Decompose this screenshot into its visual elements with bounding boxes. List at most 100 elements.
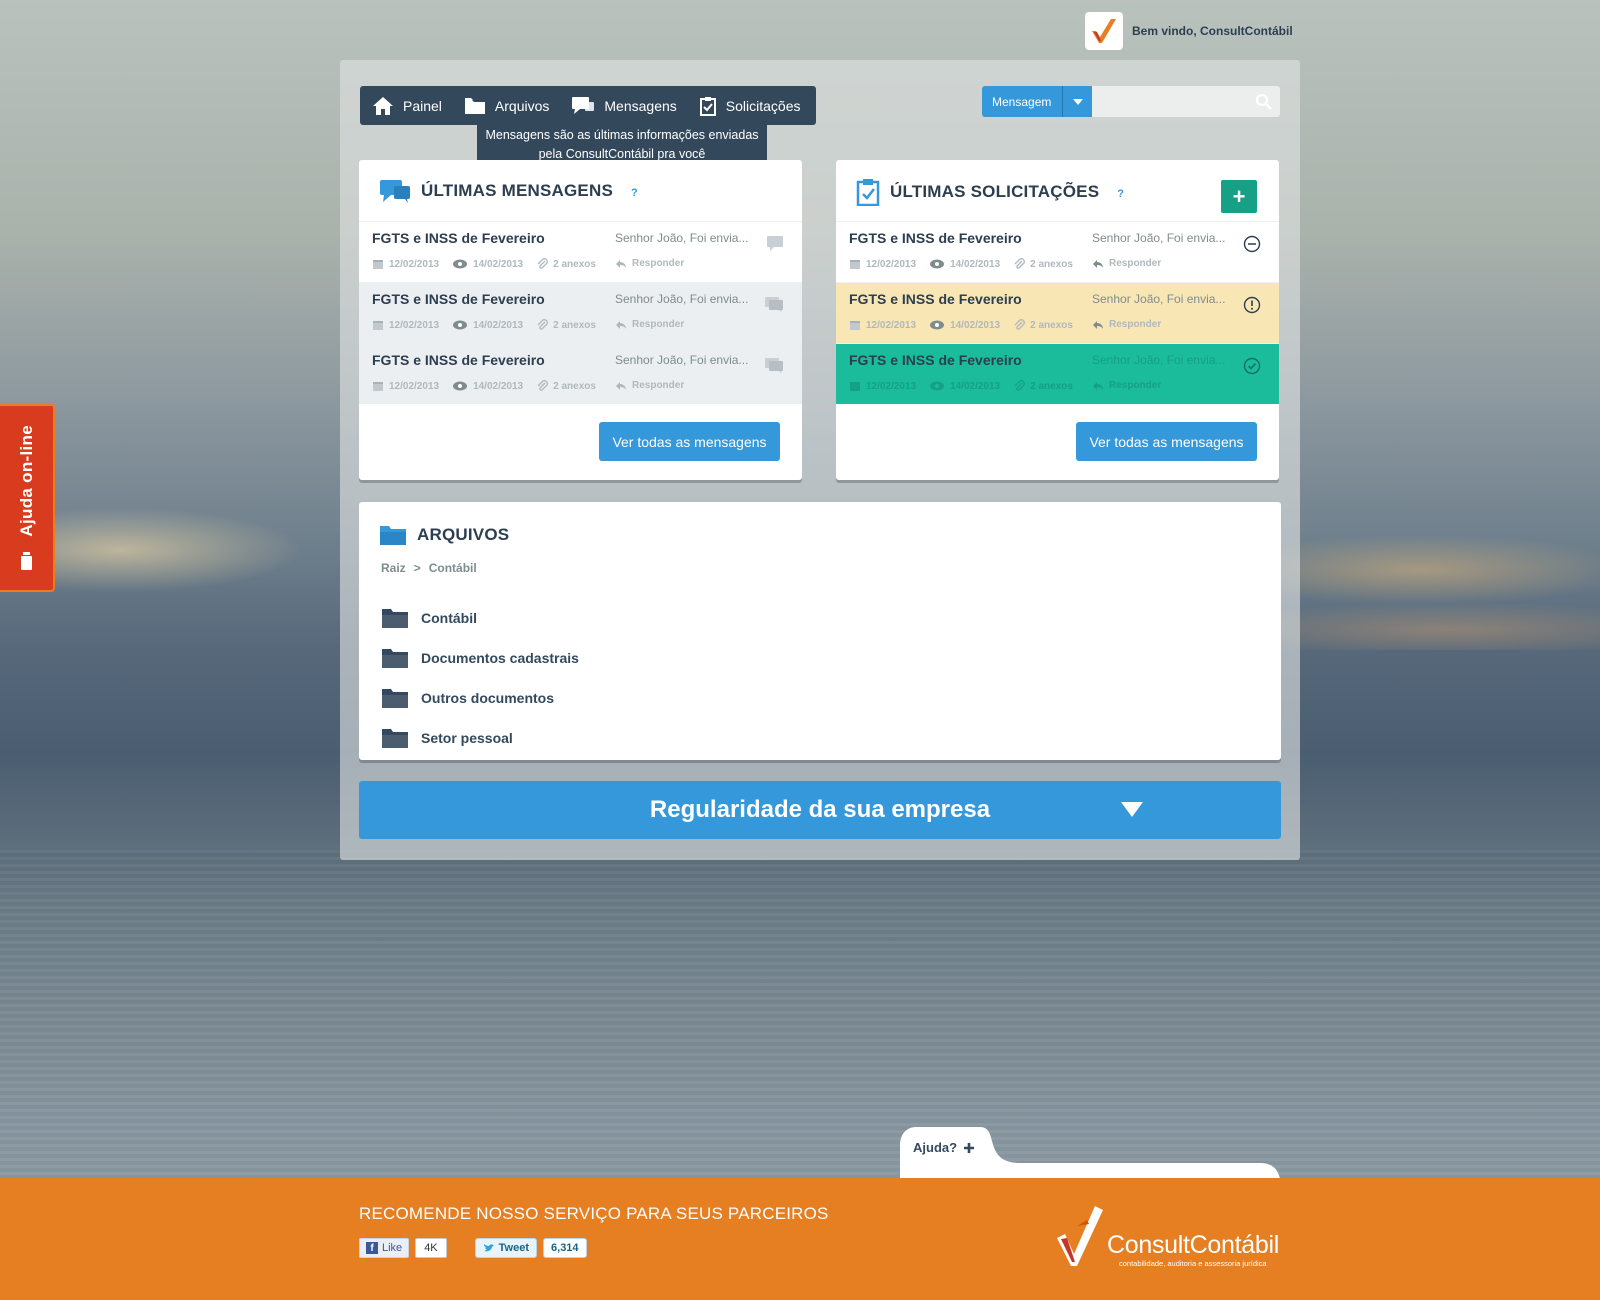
tweet-button[interactable]: Tweet: [474, 1238, 538, 1258]
message-preview: Senhor João, Foi envia...: [615, 353, 749, 367]
folder-name: Documentos cadastrais: [421, 650, 579, 666]
search-input[interactable]: [1092, 86, 1280, 117]
paperclip-icon: [537, 258, 549, 269]
reply-link[interactable]: Responder: [615, 319, 684, 330]
folder-open-icon: [380, 526, 406, 545]
seen-date: 14/02/2013: [929, 320, 1000, 331]
seen-date: 14/02/2013: [452, 381, 523, 392]
plus-icon: [964, 1142, 975, 1153]
calendar-icon: [850, 260, 860, 269]
help-link[interactable]: ?: [1117, 188, 1124, 200]
attachments[interactable]: 2 anexos: [536, 258, 596, 270]
request-row[interactable]: FGTS e INSS de Fevereiro Senhor João, Fo…: [836, 282, 1279, 343]
nav-item-solicitacoes[interactable]: Solicitações: [699, 96, 800, 116]
footer-title: RECOMENDE NOSSO SERVIÇO PARA SEUS PARCEI…: [359, 1204, 829, 1223]
comment-icon: [767, 236, 783, 251]
help-drawer-text: Ajuda?: [913, 1140, 958, 1155]
reply-icon: [616, 320, 626, 329]
help-link[interactable]: ?: [631, 187, 638, 199]
view-all-messages-button[interactable]: Ver todas as mensagens: [599, 422, 780, 461]
check-circle-icon[interactable]: [1243, 357, 1261, 375]
card-title: ÚLTIMAS SOLICITAÇÕES: [890, 182, 1100, 201]
chat-bubbles-icon: [380, 180, 410, 203]
reply-icon: [616, 259, 626, 268]
message-meta: 12/02/2013 14/02/2013 2 anexos Responder: [372, 380, 684, 392]
breadcrumb-current[interactable]: Contábil: [429, 561, 477, 575]
folder-item[interactable]: Contábil: [381, 598, 579, 638]
nav-item-painel[interactable]: Painel: [372, 96, 442, 116]
latest-messages-card: ÚLTIMAS MENSAGENS ? FGTS e INSS de Fever…: [359, 160, 802, 480]
request-title: FGTS e INSS de Fevereiro: [849, 230, 1022, 246]
view-all-requests-button[interactable]: Ver todas as mensagens: [1076, 422, 1257, 461]
exclamation-circle-icon[interactable]: [1243, 296, 1261, 314]
reply-icon: [1093, 320, 1103, 329]
reply-link[interactable]: Responder: [1092, 380, 1161, 391]
folder-item[interactable]: Setor pessoal: [381, 718, 579, 758]
online-help-tab[interactable]: Ajuda on-line: [0, 404, 55, 592]
brand-logo-icon: [1092, 19, 1116, 43]
request-title: FGTS e INSS de Fevereiro: [849, 291, 1022, 307]
sent-date: 12/02/2013: [849, 258, 916, 270]
message-row[interactable]: FGTS e INSS de Fevereiro Senhor João, Fo…: [359, 221, 802, 282]
card-header: ÚLTIMAS SOLICITAÇÕES ?: [856, 178, 1124, 206]
attachments[interactable]: 2 anexos: [536, 319, 596, 331]
paperclip-icon: [537, 380, 549, 391]
reply-link[interactable]: Responder: [1092, 319, 1161, 330]
nav-item-arquivos[interactable]: Arquivos: [464, 97, 549, 115]
folder-name: Outros documentos: [421, 690, 555, 706]
attachments[interactable]: 2 anexos: [1013, 380, 1073, 392]
user-welcome[interactable]: Bem vindo, ConsultContábil: [1085, 12, 1293, 50]
reply-link[interactable]: Responder: [615, 380, 684, 391]
facebook-like: f Like 4K: [359, 1238, 447, 1258]
brand-logo[interactable]: ConsultContábil contabilidade, auditoria…: [1055, 1202, 1279, 1268]
card-title: ARQUIVOS: [417, 525, 510, 544]
search-icon[interactable]: [1255, 93, 1272, 110]
request-preview: Senhor João, Foi envia...: [1092, 231, 1226, 245]
regularity-toggle[interactable]: Regularidade da sua empresa: [359, 781, 1281, 839]
folder-icon: [382, 609, 408, 628]
folder-icon: [464, 97, 485, 114]
cup-icon: [20, 551, 32, 570]
folder-item[interactable]: Documentos cadastrais: [381, 638, 579, 678]
eye-icon: [453, 320, 468, 330]
help-drawer-label[interactable]: Ajuda?: [913, 1140, 975, 1155]
message-title: FGTS e INSS de Fevereiro: [372, 291, 545, 307]
message-list: FGTS e INSS de Fevereiro Senhor João, Fo…: [359, 221, 802, 404]
user-avatar: [1085, 12, 1123, 50]
sent-date: 12/02/2013: [849, 380, 916, 392]
paperclip-icon: [537, 319, 549, 330]
attachments[interactable]: 2 anexos: [536, 380, 596, 392]
brand-name: ConsultContábil: [1107, 1231, 1279, 1259]
tweet-label: Tweet: [498, 1242, 530, 1254]
twitter-tweet: Tweet 6,314: [474, 1238, 587, 1258]
folder-item[interactable]: Outros documentos: [381, 678, 579, 718]
request-row[interactable]: FGTS e INSS de Fevereiro Senhor João, Fo…: [836, 343, 1279, 404]
card-title: ÚLTIMAS MENSAGENS: [421, 181, 613, 200]
request-row[interactable]: FGTS e INSS de Fevereiro Senhor João, Fo…: [836, 221, 1279, 282]
nav-label: Painel: [403, 97, 442, 114]
search-bar: Mensagem: [982, 86, 1280, 117]
paperclip-icon: [1014, 319, 1026, 330]
request-title: FGTS e INSS de Fevereiro: [849, 352, 1022, 368]
minus-circle-icon[interactable]: [1243, 235, 1261, 253]
sent-date: 12/02/2013: [372, 380, 439, 392]
nav-label: Mensagens: [604, 97, 677, 114]
add-request-button[interactable]: +: [1221, 180, 1257, 213]
breadcrumb-root[interactable]: Raiz: [381, 561, 406, 575]
message-row[interactable]: FGTS e INSS de Fevereiro Senhor João, Fo…: [359, 282, 802, 343]
request-preview: Senhor João, Foi envia...: [1092, 353, 1226, 367]
files-card: ARQUIVOS Raiz > Contábil Contábil Docume…: [359, 502, 1281, 760]
nav-item-mensagens[interactable]: Mensagens: [571, 96, 677, 116]
search-scope-select[interactable]: Mensagem: [982, 86, 1092, 117]
seen-date: 14/02/2013: [452, 320, 523, 331]
message-row[interactable]: FGTS e INSS de Fevereiro Senhor João, Fo…: [359, 343, 802, 404]
reply-link[interactable]: Responder: [1092, 258, 1161, 269]
facebook-icon: f: [366, 1242, 378, 1254]
reply-link[interactable]: Responder: [615, 258, 684, 269]
folder-icon: [382, 649, 408, 668]
folder-list: Contábil Documentos cadastrais Outros do…: [381, 598, 579, 758]
chevron-down-icon[interactable]: [1062, 86, 1092, 117]
facebook-like-button[interactable]: f Like: [359, 1238, 410, 1258]
attachments[interactable]: 2 anexos: [1013, 319, 1073, 331]
attachments[interactable]: 2 anexos: [1013, 258, 1073, 270]
